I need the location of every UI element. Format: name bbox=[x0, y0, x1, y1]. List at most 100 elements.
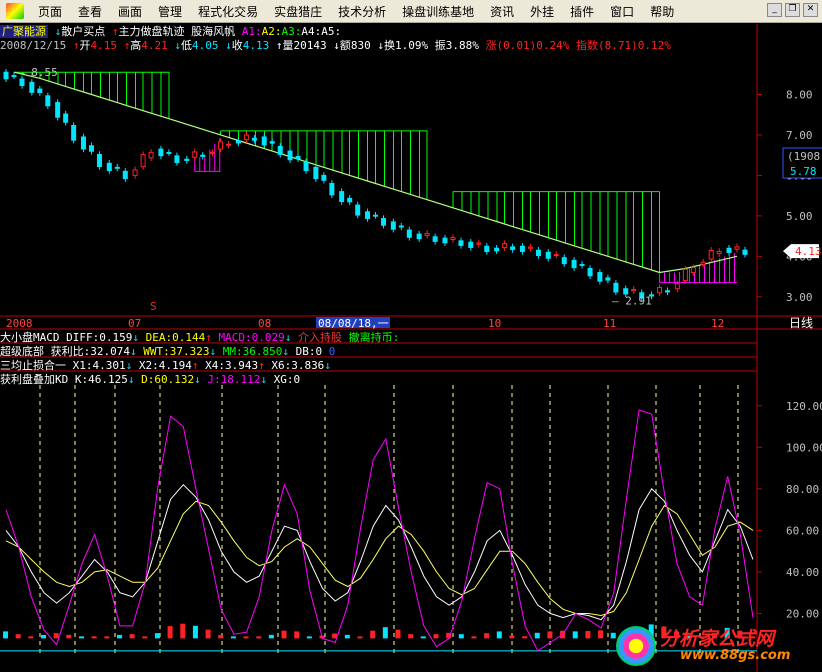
low-marker: — 2.91 bbox=[612, 294, 652, 307]
profit-bar-6 bbox=[78, 636, 84, 639]
profit-bar-32 bbox=[408, 634, 414, 639]
candle-body-12-0 bbox=[313, 166, 319, 180]
profit-bar-18 bbox=[230, 636, 236, 639]
candle-body-0-0 bbox=[3, 71, 9, 80]
profit-bar-47 bbox=[598, 630, 604, 639]
kd-tick-label-2: 80.00 bbox=[786, 483, 819, 496]
candle-body-22-0 bbox=[571, 259, 577, 269]
row-sub1-arrow-1: ↑ bbox=[205, 331, 219, 344]
row-sub1-item-4: 撤离持币: bbox=[348, 331, 400, 344]
candle-body-15-1 bbox=[398, 225, 404, 228]
profit-bar-12 bbox=[154, 633, 160, 639]
row-sub2-gap-3 bbox=[322, 345, 329, 358]
candle-body-26-1 bbox=[682, 268, 688, 282]
candle-body-6-2 bbox=[174, 155, 180, 163]
candle-body-8-0 bbox=[210, 151, 216, 154]
row-sub4-item-1: D:60.132 bbox=[141, 373, 195, 386]
candle-body-10-0 bbox=[261, 136, 267, 146]
candle-body-28-2 bbox=[742, 249, 748, 255]
candle-body-9-1 bbox=[243, 134, 249, 141]
row-sub4-arrow-2: ↓ bbox=[260, 373, 274, 386]
row-sub3-item-1: X2:4.194 bbox=[138, 359, 192, 372]
candle-body-11-2 bbox=[303, 161, 309, 172]
candle-body-14-0 bbox=[365, 211, 370, 219]
row-sub3-arrow-2: ↑ bbox=[258, 359, 272, 372]
watermark: 分析家公式网 www.88gs.com bbox=[616, 624, 816, 670]
candle-body-0-2 bbox=[19, 78, 25, 87]
candle-body-16-0 bbox=[416, 233, 422, 240]
stock-code-value: 5.78 bbox=[790, 165, 817, 178]
profit-bar-9 bbox=[116, 634, 122, 639]
profit-bar-28 bbox=[357, 636, 363, 639]
profit-bar-16 bbox=[205, 629, 211, 639]
row-sub1-item-0: DIFF:0.159 bbox=[66, 331, 133, 344]
kd-tick-label-5: 20.00 bbox=[786, 607, 819, 620]
profit-bar-10 bbox=[129, 634, 135, 639]
candle-body-9-2 bbox=[251, 137, 257, 141]
candle-body-24-1 bbox=[631, 289, 637, 292]
profit-bar-14 bbox=[180, 623, 186, 639]
row-sub1-gap-3 bbox=[342, 331, 349, 344]
row-sub3-arrow-0: ↓ bbox=[125, 359, 139, 372]
candle-body-28-0 bbox=[726, 247, 732, 253]
candle-body-13-0 bbox=[339, 191, 345, 203]
profit-bar-17 bbox=[218, 634, 224, 639]
row-sub2-item-0: 获利比:32.074 bbox=[50, 345, 130, 358]
row-sub3-item-0: X1:4.301 bbox=[72, 359, 126, 372]
profit-bar-39 bbox=[496, 631, 502, 639]
row-sub3-arrow-3: ↓ bbox=[324, 359, 331, 372]
candle-body-17-1 bbox=[450, 237, 456, 240]
candle-body-19-0 bbox=[494, 247, 500, 252]
candle-body-17-0 bbox=[442, 237, 448, 244]
kd-tick-label-3: 60.00 bbox=[786, 524, 819, 537]
price-tick-label-1: 7.00 bbox=[786, 129, 813, 142]
profit-bar-0 bbox=[3, 631, 8, 639]
profit-bar-23 bbox=[294, 631, 300, 639]
candle-body-9-0 bbox=[235, 140, 241, 144]
profit-bar-37 bbox=[471, 636, 477, 639]
candle-body-12-2 bbox=[329, 183, 335, 196]
candle-body-25-1 bbox=[657, 287, 663, 294]
candle-body-2-0 bbox=[55, 102, 61, 118]
price-tick-label-3: 5.00 bbox=[786, 210, 813, 223]
profit-bar-3 bbox=[40, 634, 46, 639]
row-sub2-item-4: 0 bbox=[328, 345, 336, 358]
profit-bar-1 bbox=[15, 634, 21, 639]
candle-body-1-2 bbox=[45, 95, 51, 107]
profit-bar-8 bbox=[104, 636, 110, 639]
candle-body-24-0 bbox=[623, 288, 629, 295]
profit-bar-29 bbox=[370, 630, 376, 639]
profit-bar-31 bbox=[395, 629, 401, 639]
row-sub1-arrow-0: ↓ bbox=[132, 331, 146, 344]
candle-body-11-1 bbox=[295, 156, 301, 160]
candle-body-3-2 bbox=[96, 153, 102, 168]
candle-body-1-0 bbox=[29, 81, 35, 93]
candle-body-18-1 bbox=[476, 242, 482, 245]
profit-bar-15 bbox=[192, 625, 198, 639]
candle-body-5-0 bbox=[132, 169, 138, 176]
row-sub2-item-1: WWT:37.323 bbox=[143, 345, 210, 358]
candle-body-2-1 bbox=[63, 113, 69, 123]
candle-body-27-2 bbox=[716, 250, 722, 255]
kd-line-J bbox=[5, 409, 754, 652]
date-label-1: 07 bbox=[128, 317, 141, 330]
candle-body-7-2 bbox=[200, 154, 206, 157]
row-sub3-item-2: X4:3.943 bbox=[205, 359, 259, 372]
candle-body-4-1 bbox=[114, 166, 120, 169]
profit-bar-38 bbox=[484, 633, 490, 639]
profit-bar-22 bbox=[281, 630, 287, 639]
candle-body-25-2 bbox=[665, 290, 671, 293]
kd-tick-label-0: 120.00 bbox=[786, 400, 822, 413]
profit-bar-11 bbox=[142, 636, 148, 639]
row-sub3-item-3: X6:3.836 bbox=[271, 359, 325, 372]
candle-body-27-0 bbox=[700, 261, 706, 265]
profit-bar-40 bbox=[509, 635, 515, 639]
profit-bar-7 bbox=[91, 636, 97, 639]
row-sub4-item-3: XG:0 bbox=[273, 373, 301, 386]
candle-body-12-1 bbox=[321, 174, 327, 181]
candle-body-2-2 bbox=[71, 124, 77, 141]
candle-body-21-2 bbox=[561, 257, 567, 265]
candle-body-5-1 bbox=[140, 154, 146, 168]
candle-body-21-0 bbox=[545, 251, 551, 259]
date-label-4: 10 bbox=[488, 317, 501, 330]
